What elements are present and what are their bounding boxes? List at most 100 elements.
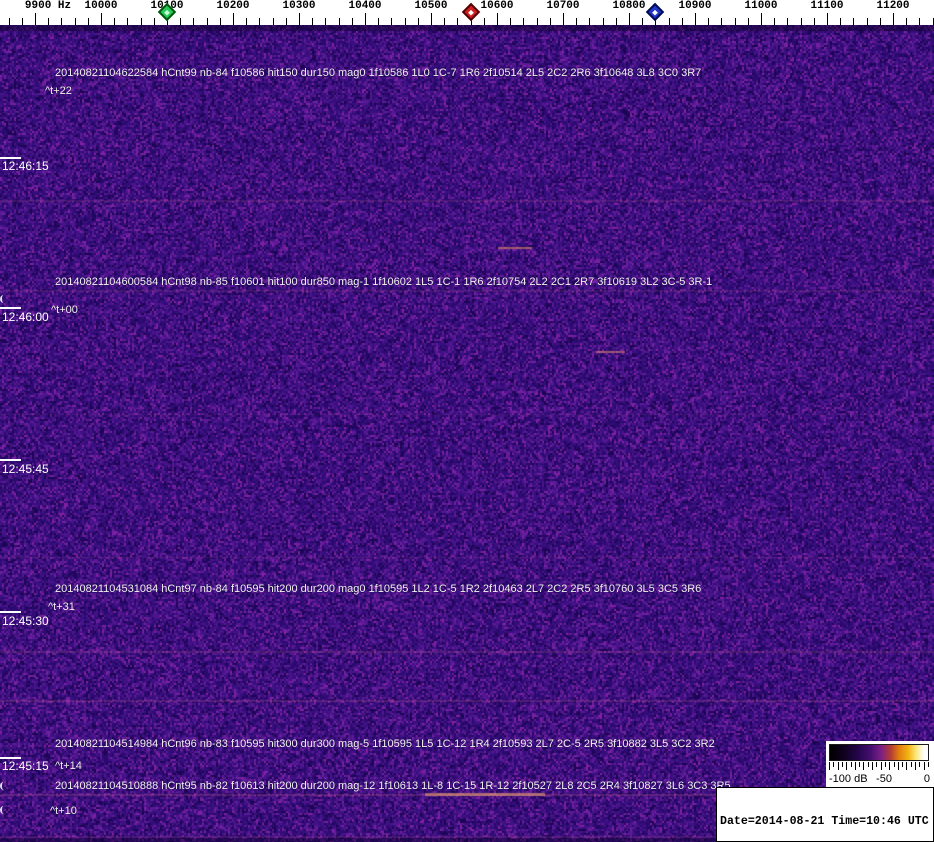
ruler-minor-tick xyxy=(405,18,406,25)
legend-tick xyxy=(855,762,856,770)
ruler-minor-tick xyxy=(801,18,802,25)
ruler-label: 10600 xyxy=(480,0,514,12)
ruler-label: 10300 xyxy=(282,0,316,12)
legend-label-mid-db: -50 xyxy=(876,773,892,785)
ruler-minor-tick xyxy=(286,18,287,25)
legend-tick xyxy=(872,762,873,770)
ruler-minor-tick xyxy=(840,18,841,25)
ruler-minor-tick xyxy=(325,18,326,25)
ruler-major-tick xyxy=(431,13,432,25)
ruler-minor-tick xyxy=(708,18,709,25)
status-info-box: Date=2014-08-21 Time=10:46 UTC Freq=143 … xyxy=(716,787,934,842)
waterfall-canvas[interactable] xyxy=(0,25,934,842)
ruler-minor-tick xyxy=(418,18,419,25)
ruler-minor-tick xyxy=(22,18,23,25)
ruler-minor-tick xyxy=(616,18,617,25)
ruler-minor-tick xyxy=(748,18,749,25)
ruler-major-tick xyxy=(299,13,300,25)
legend-tick xyxy=(876,762,877,767)
legend-tick xyxy=(868,762,869,767)
legend-tick xyxy=(829,762,830,770)
ruler-minor-tick xyxy=(9,18,10,25)
ruler-label: 10200 xyxy=(216,0,250,12)
red-diamond-marker-icon[interactable] xyxy=(461,2,481,22)
ruler-minor-tick xyxy=(193,18,194,25)
frequency-ruler[interactable]: 9900 Hz100001010010200103001040010500106… xyxy=(0,0,934,25)
ruler-minor-tick xyxy=(48,18,49,25)
ruler-major-tick xyxy=(827,13,828,25)
ruler-major-tick xyxy=(35,13,36,25)
ruler-minor-tick xyxy=(669,18,670,25)
ruler-label: 10000 xyxy=(84,0,118,12)
ruler-minor-tick xyxy=(537,18,538,25)
ruler-minor-tick xyxy=(603,18,604,25)
ruler-label: 10900 xyxy=(678,0,712,12)
ruler-label: 10800 xyxy=(612,0,646,12)
ruler-minor-tick xyxy=(220,18,221,25)
legend-tick xyxy=(859,762,860,767)
ruler-minor-tick xyxy=(457,18,458,25)
ruler-minor-tick xyxy=(114,18,115,25)
ruler-label: 11000 xyxy=(744,0,778,12)
ruler-minor-tick xyxy=(154,18,155,25)
legend-tick xyxy=(889,762,890,770)
legend-tick xyxy=(842,762,843,767)
info-date-time: Date=2014-08-21 Time=10:46 UTC xyxy=(720,815,929,828)
ruler-minor-tick xyxy=(682,18,683,25)
ruler-minor-tick xyxy=(352,18,353,25)
ruler-label: 11200 xyxy=(876,0,910,12)
ruler-minor-tick xyxy=(246,18,247,25)
ruler-major-tick xyxy=(233,13,234,25)
blue-diamond-marker-icon[interactable] xyxy=(645,2,665,22)
legend-tick xyxy=(846,762,847,770)
ruler-label: 10400 xyxy=(348,0,382,12)
legend-tick xyxy=(881,762,882,770)
ruler-major-tick xyxy=(365,13,366,25)
ruler-minor-tick xyxy=(484,18,485,25)
ruler-major-tick xyxy=(101,13,102,25)
ruler-minor-tick xyxy=(880,18,881,25)
ruler-major-tick xyxy=(761,13,762,25)
ruler-minor-tick xyxy=(391,18,392,25)
legend-tick xyxy=(915,762,916,770)
ruler-minor-tick xyxy=(127,18,128,25)
ruler-minor-tick xyxy=(867,18,868,25)
ruler-minor-tick xyxy=(273,18,274,25)
legend-tick xyxy=(838,762,839,770)
ruler-major-tick xyxy=(893,13,894,25)
ruler-label: 10700 xyxy=(546,0,580,12)
ruler-minor-tick xyxy=(576,18,577,25)
ruler-minor-tick xyxy=(141,18,142,25)
meteor-waterfall-screen: 9900 Hz100001010010200103001040010500106… xyxy=(0,0,934,842)
ruler-minor-tick xyxy=(339,18,340,25)
ruler-minor-tick xyxy=(259,18,260,25)
ruler-minor-tick xyxy=(523,18,524,25)
ruler-major-tick xyxy=(695,13,696,25)
ruler-minor-tick xyxy=(814,18,815,25)
marker-center-dot xyxy=(652,9,658,15)
marker-center-dot xyxy=(164,9,170,15)
ruler-minor-tick xyxy=(853,18,854,25)
marker-center-dot xyxy=(468,9,474,15)
ruler-minor-tick xyxy=(180,18,181,25)
ruler-minor-tick xyxy=(88,18,89,25)
ruler-minor-tick xyxy=(75,18,76,25)
ruler-minor-tick xyxy=(919,18,920,25)
ruler-minor-tick xyxy=(61,18,62,25)
ruler-minor-tick xyxy=(444,18,445,25)
legend-tick xyxy=(885,762,886,767)
legend-tick xyxy=(894,762,895,767)
ruler-label: 9900 Hz xyxy=(24,0,72,12)
ruler-major-tick xyxy=(497,13,498,25)
color-scale-gradient xyxy=(829,744,929,761)
legend-tick xyxy=(906,762,907,770)
ruler-minor-tick xyxy=(312,18,313,25)
legend-tick xyxy=(833,762,834,767)
ruler-minor-tick xyxy=(378,18,379,25)
legend-tick xyxy=(924,762,925,770)
ruler-minor-tick xyxy=(774,18,775,25)
legend-tick xyxy=(911,762,912,767)
ruler-minor-tick xyxy=(550,18,551,25)
legend-tick xyxy=(902,762,903,767)
color-scale-legend: -100 dB -50 0 xyxy=(826,741,934,787)
